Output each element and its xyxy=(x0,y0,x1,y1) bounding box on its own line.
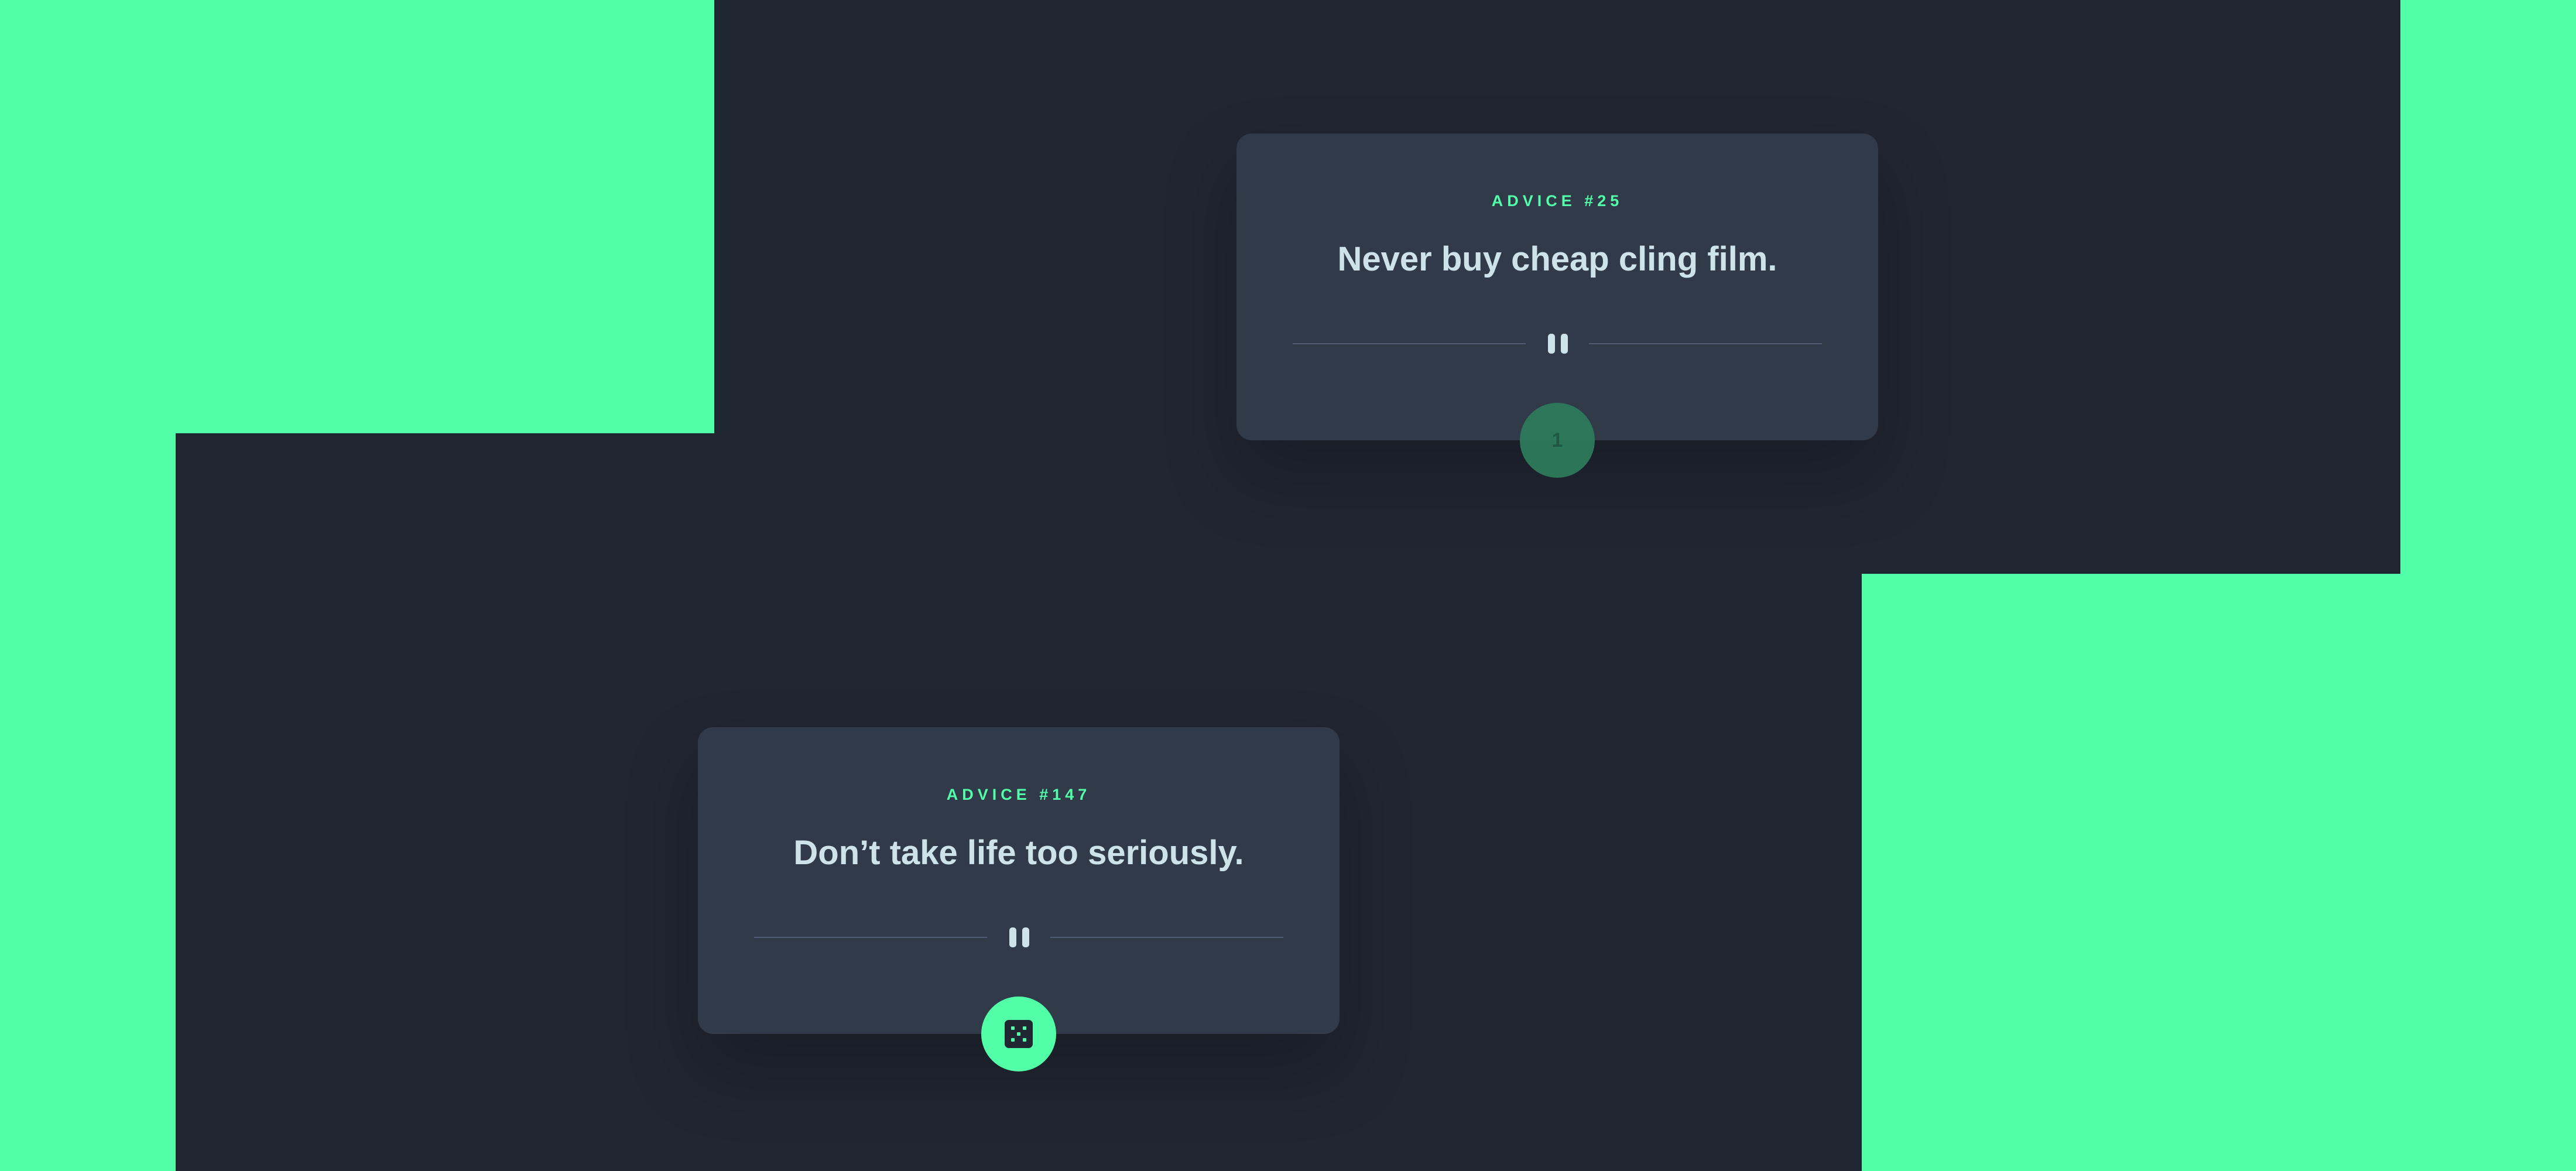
pattern-divider xyxy=(754,925,1283,950)
divider-line-left xyxy=(1293,343,1526,344)
generate-advice-button[interactable]: 1 xyxy=(1520,403,1595,478)
pattern-divider xyxy=(1293,331,1822,356)
advice-quote: Never buy cheap cling film. xyxy=(1337,240,1777,278)
advice-quote: Don’t take life too seriously. xyxy=(793,834,1244,872)
divider-line-left xyxy=(754,937,987,938)
divider-line-right xyxy=(1050,937,1283,938)
advice-card-bottom: ADVICE #147 Don’t take life too seriousl… xyxy=(698,727,1340,1071)
divider-line-right xyxy=(1589,343,1822,344)
pause-icon xyxy=(1544,334,1570,354)
dice-icon xyxy=(1005,1020,1033,1048)
advice-number-label: ADVICE #25 xyxy=(1491,192,1623,210)
advice-number-label: ADVICE #147 xyxy=(946,786,1091,803)
advice-card-top: ADVICE #25 Never buy cheap cling film. 1 xyxy=(1236,133,1878,478)
pause-icon xyxy=(1006,927,1032,947)
generate-advice-button[interactable] xyxy=(981,997,1056,1071)
loading-indicator: 1 xyxy=(1551,429,1563,451)
